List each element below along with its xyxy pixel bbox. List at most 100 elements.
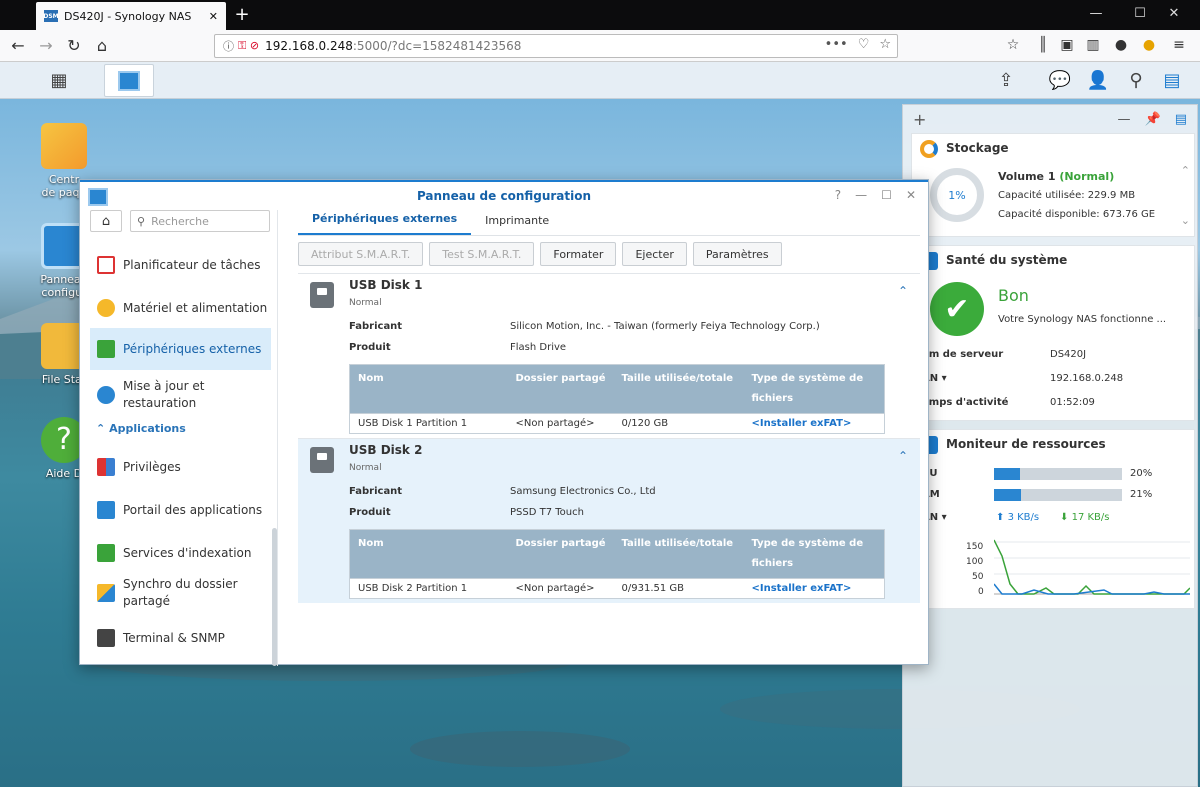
dsm-taskbar: ▦ ⇪ 💬 👤 ⚲ ▤ (0, 62, 1200, 99)
sidebar-scrollbar[interactable] (272, 528, 277, 666)
pin-icon[interactable]: 📌 (1145, 112, 1161, 127)
taskbar-control-panel-button[interactable] (104, 64, 154, 97)
indexing-icon (97, 544, 115, 562)
reader-icon[interactable]: ☆ (1004, 37, 1022, 53)
partition-share: <Non partagé> (507, 578, 614, 599)
library-icon[interactable]: ║ (1034, 37, 1052, 53)
forward-button[interactable]: → (36, 36, 56, 55)
sidebar-item-shared-folder-sync[interactable]: Synchro du dossier partagé (90, 573, 271, 613)
widget-settings-icon[interactable]: ▤ (1175, 112, 1187, 127)
volume-status: (Normal) (1059, 170, 1115, 183)
window-title-bar[interactable]: Panneau de configuration ? — ☐ ✕ (80, 180, 928, 210)
tab-printer[interactable]: Imprimante (471, 214, 563, 235)
eject-button[interactable]: Ejecter (622, 242, 687, 266)
usb-disk-2-panel[interactable]: USB Disk 2 Normal ⌃ Fabricant Samsung El… (298, 438, 920, 603)
user-icon[interactable]: 👤 (1086, 70, 1110, 91)
uptime-value: 01:52:09 (1050, 397, 1095, 408)
y-tick-100: 100 (966, 557, 984, 567)
page-actions-icon[interactable]: ••• (825, 37, 848, 52)
col-name-header: Nom (349, 364, 508, 414)
extension-alert-icon[interactable]: ● (1140, 37, 1158, 53)
close-window-button[interactable]: ✕ (1164, 6, 1184, 21)
search-icon[interactable]: ⚲ (1124, 70, 1148, 91)
install-exfat-link[interactable]: <Installer exFAT> (752, 418, 852, 429)
insecure-lock-icon[interactable]: ⚿ ⊘ (238, 39, 259, 53)
smart-test-button[interactable]: Test S.M.A.R.T. (429, 242, 535, 266)
minimize-widgets-icon[interactable]: — (1118, 112, 1131, 127)
col-fs-header: Type de système de fichiers (743, 529, 885, 579)
storage-gauge: 1% (930, 168, 984, 222)
sidebar-item-task-scheduler[interactable]: Planificateur de tâches (90, 250, 271, 280)
chevron-down-icon[interactable]: ⌄ (1181, 214, 1190, 227)
maker-label: Fabricant (349, 486, 403, 497)
sidebar-item-external-devices[interactable]: Périphériques externes (90, 328, 271, 370)
collapse-chevron-icon[interactable]: ⌃ (898, 284, 908, 298)
home-icon[interactable]: ⌂ (92, 36, 112, 55)
maximize-icon[interactable]: ☐ (881, 188, 892, 202)
partition-size: 0/931.51 GB (613, 578, 744, 599)
url-bar[interactable]: ⓘ ⚿ ⊘ 192.168.0.248 :5000/?dc=1582481423… (214, 34, 898, 58)
server-name-label: om de serveur (922, 349, 1004, 360)
smart-attributes-button[interactable]: Attribut S.M.A.R.T. (298, 242, 424, 266)
main-menu-button[interactable]: ▦ (34, 64, 84, 97)
url-path: :5000/?dc=1582481423568 (352, 39, 522, 53)
sidebar-icon[interactable]: ▣ (1058, 37, 1076, 53)
resource-monitor-widget: Moniteur de ressources PU 20% AM 21% AN … (911, 429, 1195, 609)
sidebar-item-terminal-snmp[interactable]: Terminal & SNMP (90, 623, 271, 653)
sidebar-item-label: Privilèges (123, 460, 181, 474)
table-row[interactable]: USB Disk 2 Partition 1 <Non partagé> 0/9… (349, 578, 885, 599)
info-icon[interactable]: ⓘ (223, 38, 234, 54)
sidebar-item-application-portal[interactable]: Portail des applications (90, 495, 271, 525)
upload-queue-icon[interactable]: ⇪ (994, 70, 1018, 91)
chevron-up-icon[interactable]: ⌃ (1181, 164, 1190, 177)
usb-disk-1-panel[interactable]: USB Disk 1 Normal ⌃ Fabricant Silicon Mo… (298, 273, 920, 438)
menu-icon[interactable]: ≡ (1170, 37, 1188, 53)
toolbar: Attribut S.M.A.R.T. Test S.M.A.R.T. Form… (298, 242, 782, 266)
extension-icon[interactable]: ▥ (1084, 37, 1102, 53)
table-row[interactable]: USB Disk 1 Partition 1 <Non partagé> 0/1… (349, 413, 885, 434)
minimize-window-button[interactable]: — (1086, 6, 1106, 21)
settings-button[interactable]: Paramètres (692, 242, 782, 266)
help-icon[interactable]: ? (835, 188, 841, 202)
col-name-header: Nom (349, 529, 508, 579)
extension-avatar-icon[interactable]: ● (1112, 37, 1130, 53)
sidebar-item-label: Synchro du dossier partagé (123, 577, 238, 608)
tab-external-devices[interactable]: Périphériques externes (298, 212, 472, 235)
lightbulb-icon (97, 299, 115, 317)
new-tab-button[interactable]: + (232, 4, 252, 25)
format-button[interactable]: Formater (540, 242, 617, 266)
close-tab-icon[interactable]: ✕ (209, 10, 218, 23)
close-icon[interactable]: ✕ (906, 188, 916, 202)
health-title: Santé du système (946, 253, 1068, 267)
sidebar-item-hardware-power[interactable]: Matériel et alimentation (90, 293, 271, 323)
sidebar-item-label: Périphériques externes (123, 342, 262, 356)
browser-tab[interactable]: DSM DS420J - Synology NAS ✕ (36, 2, 226, 30)
control-panel-icon (118, 70, 140, 91)
add-widget-icon[interactable]: + (913, 110, 926, 129)
control-panel-icon (88, 188, 108, 206)
reload-button[interactable]: ↻ (64, 36, 84, 55)
pocket-icon[interactable]: ♡ (858, 37, 870, 52)
search-input[interactable]: ⚲ Recherche (130, 210, 270, 232)
ram-bar (994, 489, 1122, 501)
sidebar-item-label: Matériel et alimentation (123, 301, 268, 315)
notifications-icon[interactable]: 💬 (1048, 70, 1072, 91)
sidebar-item-indexing-service[interactable]: Services d'indexation (90, 538, 271, 568)
home-button[interactable]: ⌂ (90, 210, 122, 232)
sidebar-item-privileges[interactable]: Privilèges (90, 452, 271, 482)
health-message: Votre Synology NAS fonctionne ... (998, 314, 1167, 325)
product-label: Produit (349, 507, 391, 518)
install-exfat-link[interactable]: <Installer exFAT> (752, 583, 852, 594)
minimize-icon[interactable]: — (855, 188, 867, 202)
sidebar-item-update-restore[interactable]: Mise à jour et restauration (90, 375, 271, 415)
widgets-icon[interactable]: ▤ (1160, 70, 1184, 91)
back-button[interactable]: ← (8, 36, 28, 55)
bookmark-star-icon[interactable]: ☆ (879, 37, 891, 52)
maximize-window-button[interactable]: ☐ (1130, 6, 1150, 21)
browser-tab-bar: DSM DS420J - Synology NAS ✕ + — ☐ ✕ (0, 0, 1200, 30)
dsm-favicon-icon: DSM (43, 10, 59, 22)
system-health-widget: Santé du système ✔ Bon Votre Synology NA… (911, 245, 1195, 421)
sidebar-item-label: Portail des applications (123, 503, 263, 517)
collapse-chevron-icon[interactable]: ⌃ (898, 449, 908, 463)
section-applications[interactable]: ⌃ Applications (96, 422, 186, 435)
